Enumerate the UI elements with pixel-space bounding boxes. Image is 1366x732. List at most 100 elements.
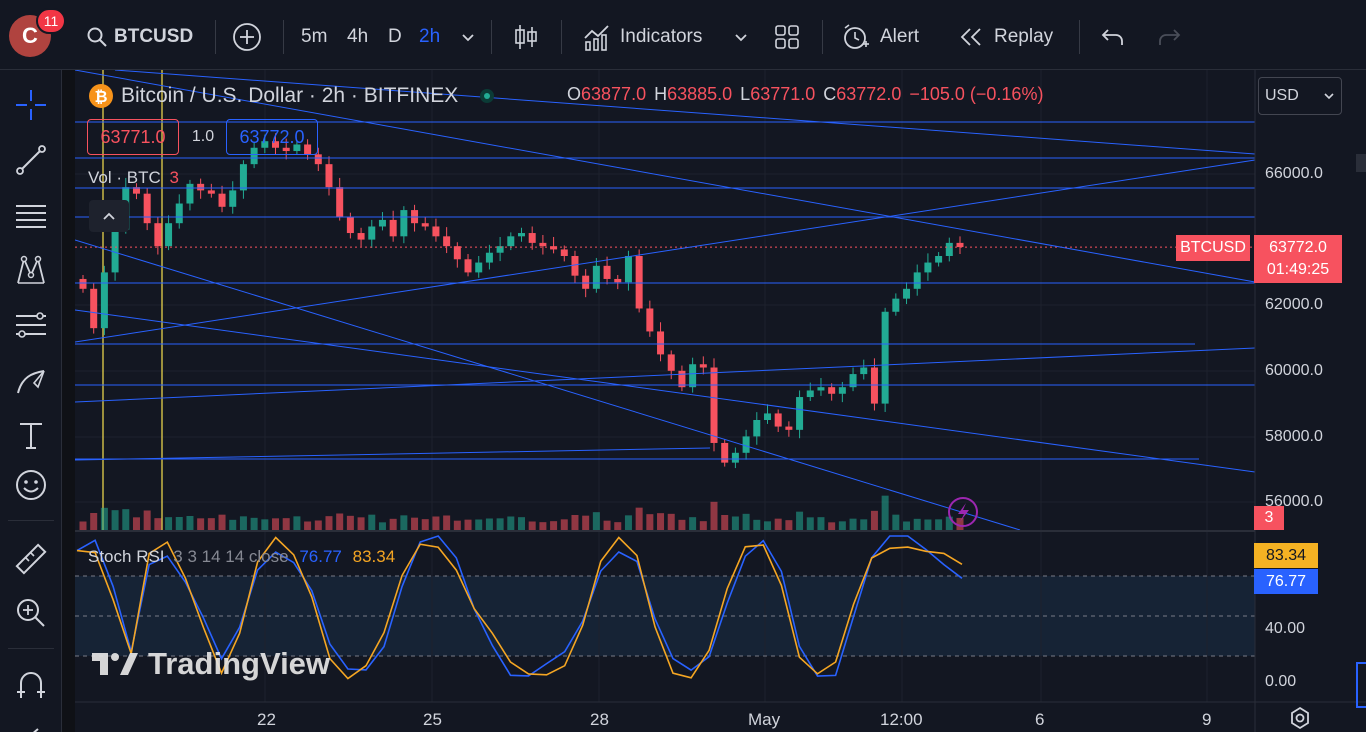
brush-tool[interactable]: [12, 361, 50, 399]
fib-tool[interactable]: [12, 196, 50, 234]
volume-bar: [143, 510, 151, 530]
symbol-legend[interactable]: ₿ Bitcoin / U.S. Dollar · 2h · BITFINEX: [88, 82, 495, 110]
interval-d[interactable]: D: [388, 20, 402, 54]
currency-select[interactable]: USD: [1258, 77, 1342, 115]
candle-body: [796, 397, 804, 430]
open-key: O: [567, 84, 582, 104]
redo-button[interactable]: [1156, 20, 1182, 54]
volume-bar: [293, 516, 301, 530]
stoch-k-tag: 76.77: [1254, 569, 1318, 594]
candle-body: [721, 442, 729, 463]
candle-body: [378, 219, 386, 227]
candle-body: [400, 210, 408, 237]
text-tool[interactable]: [12, 416, 50, 454]
stoch-rsi-legend[interactable]: Stoch RSI 3 3 14 14 close 76.77 83.34: [88, 547, 395, 567]
replay-button[interactable]: Replay: [958, 20, 1053, 54]
candle-body: [657, 331, 665, 355]
chart-settings-button[interactable]: [1288, 706, 1312, 732]
volume-bar: [806, 517, 814, 530]
symbol-name: BTCUSD: [114, 26, 194, 47]
volume-bar: [571, 515, 579, 530]
volume-bar: [774, 518, 782, 530]
volume-bar: [421, 519, 429, 530]
templates-dropdown[interactable]: [733, 20, 749, 54]
candle-body: [325, 164, 333, 188]
candle-body: [903, 288, 911, 299]
collapse-legend-button[interactable]: [89, 200, 129, 232]
alert-button[interactable]: Alert: [841, 20, 919, 54]
interval-4h[interactable]: 4h: [347, 20, 368, 54]
stoch-d-tag: 83.34: [1254, 543, 1318, 568]
candle-body: [635, 256, 643, 309]
candle-body: [742, 436, 750, 453]
volume-bar: [849, 518, 857, 530]
magnet-tool[interactable]: [12, 666, 50, 704]
volume-bar: [742, 513, 750, 530]
bar-countdown: 01:49:25: [1266, 261, 1330, 278]
price-label: 66000.0: [1265, 165, 1323, 182]
chart-canvas[interactable]: [74, 69, 1366, 732]
volume-bar: [229, 519, 237, 530]
candle-body: [357, 233, 365, 240]
undo-button[interactable]: [1100, 20, 1126, 54]
volume-bar: [122, 509, 130, 530]
alert-label: Alert: [880, 26, 920, 47]
volume-bar: [624, 515, 632, 530]
candle-body: [389, 219, 397, 237]
volume-bar: [165, 517, 173, 530]
right-panel-handle[interactable]: [1356, 154, 1366, 172]
candle-body: [870, 367, 878, 404]
zoom-tool[interactable]: [12, 594, 50, 632]
fib-lines-icon: [16, 205, 46, 228]
candle-body: [935, 256, 943, 263]
time-label: 25: [423, 710, 442, 729]
rewind-icon: [960, 28, 981, 46]
volume-bar: [582, 515, 590, 530]
layout-button[interactable]: [773, 20, 801, 54]
volume-bar: [528, 521, 536, 530]
indicators-button[interactable]: Indicators: [582, 20, 702, 54]
gear-icon: [1291, 706, 1309, 730]
lock-drawings-tool[interactable]: [12, 716, 50, 732]
candle-body: [828, 387, 836, 394]
emoji-tool[interactable]: [12, 466, 50, 504]
symbol-search-button[interactable]: BTCUSD: [86, 20, 193, 54]
price-label: 62000.0: [1265, 296, 1323, 313]
volume-legend[interactable]: Vol · BTC 3: [88, 168, 179, 188]
candle-body: [100, 272, 108, 329]
market-status-icon[interactable]: [480, 89, 495, 103]
crosshair-tool[interactable]: [12, 86, 50, 124]
chart-type-button[interactable]: [512, 20, 540, 54]
volume-bar: [678, 519, 686, 530]
volume-bar: [325, 516, 333, 530]
notification-badge: 11: [36, 8, 66, 34]
alarm-clock-icon: [844, 24, 869, 49]
candle-body: [175, 203, 183, 224]
pattern-tool[interactable]: [12, 251, 50, 289]
forecast-tool[interactable]: [12, 306, 50, 344]
volume-bar: [453, 520, 461, 530]
candle-body: [165, 223, 173, 247]
interval-5m[interactable]: 5m: [301, 20, 327, 54]
candle-body: [346, 216, 354, 234]
stoch-axis-label: 0.00: [1265, 673, 1297, 690]
candle-body: [443, 236, 451, 247]
sell-price-button[interactable]: 63771.0: [87, 119, 179, 155]
chart-pane[interactable]: [74, 69, 1366, 732]
volume-bar: [475, 519, 483, 530]
interval-dropdown[interactable]: [460, 20, 476, 54]
interval-2h-active[interactable]: 2h: [419, 20, 440, 54]
trendline-tool[interactable]: [12, 141, 50, 179]
measure-tool[interactable]: [12, 540, 50, 578]
stoch-axis-label: 40.00: [1265, 620, 1306, 637]
compare-add-button[interactable]: [232, 20, 262, 54]
volume-bar: [614, 522, 622, 530]
watermark-text: TradingView: [148, 646, 331, 681]
volume-bar: [400, 515, 408, 530]
volume-bar: [699, 521, 707, 530]
right-panel-toggle[interactable]: [1356, 662, 1366, 708]
zoom-in-icon: [17, 599, 45, 627]
chevron-down-icon: [735, 34, 747, 42]
volume-bar: [272, 518, 280, 530]
buy-price-button[interactable]: 63772.0: [226, 119, 318, 155]
